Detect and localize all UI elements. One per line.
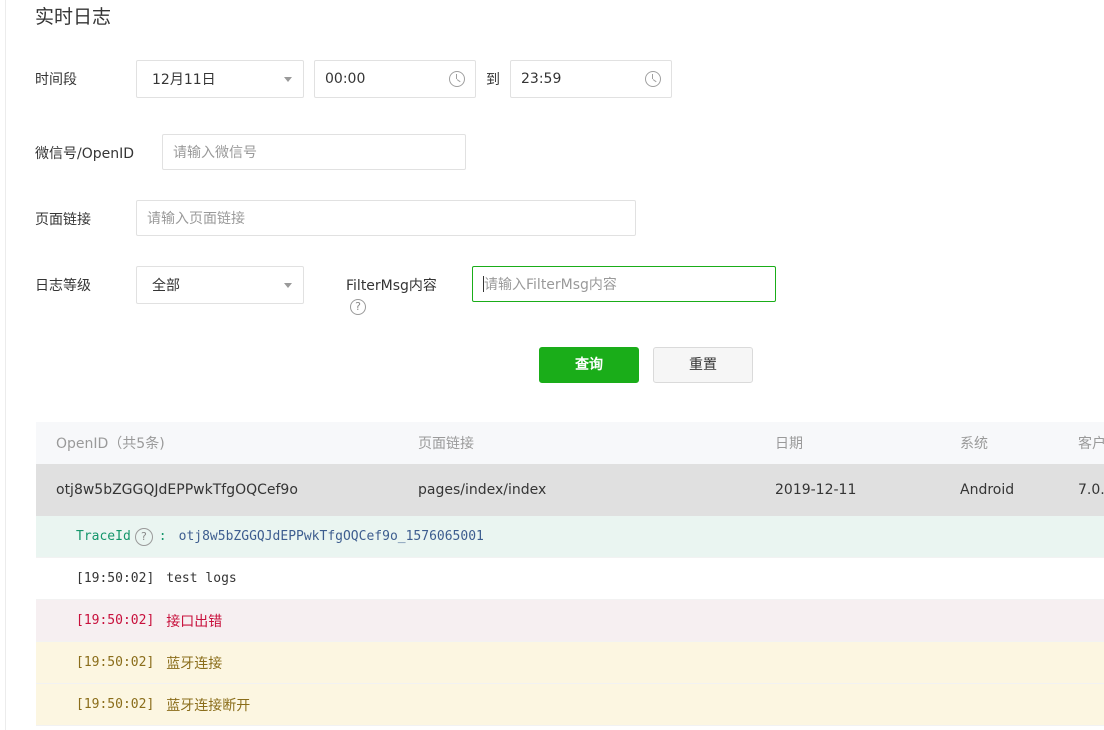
start-time-value: 00:00 [325, 71, 366, 87]
log-message: 接口出错 [166, 613, 223, 630]
help-icon[interactable]: ? [350, 299, 366, 315]
table-row[interactable]: otj8w5bZGGQJdEPPwkTfgOQCef9o pages/index… [36, 464, 1104, 516]
trace-separator: : [158, 529, 167, 544]
trace-value: otj8w5bZGGQJdEPPwkTfgOQCef9o_1576065001 [178, 529, 484, 544]
column-header-client: 客户 [1078, 436, 1104, 452]
query-button[interactable]: 查询 [539, 347, 639, 383]
row-openid: otj8w5bZGGQJdEPPwkTfgOQCef9o [56, 482, 298, 498]
row-page: pages/index/index [418, 482, 547, 498]
trace-content: TraceId ? : otj8w5bZGGQJdEPPwkTfgOQCef9o… [76, 516, 484, 557]
column-header-date: 日期 [775, 436, 803, 452]
log-level-value: 全部 [152, 278, 180, 294]
left-divider [5, 0, 6, 730]
filtermsg-placeholder: 请输入FilterMsg内容 [484, 277, 617, 293]
wechat-openid-input[interactable]: 请输入微信号 [162, 134, 466, 170]
row-client: 7.0.9 [1078, 482, 1104, 498]
date-select-value: 12月11日 [152, 72, 216, 88]
log-line: [19:50:02] 蓝牙连接断开 [36, 684, 1104, 726]
log-level-select[interactable]: 全部 [136, 266, 304, 304]
log-level-label: 日志等级 [35, 278, 91, 294]
log-message: 蓝牙连接 [166, 655, 223, 672]
log-table: OpenID（共5条) 页面链接 日期 系统 客户 otj8w5bZGGQJdE… [36, 422, 1104, 726]
page-link-input[interactable]: 请输入页面链接 [136, 200, 636, 236]
page-link-label: 页面链接 [35, 212, 91, 228]
log-message: 蓝牙连接断开 [166, 697, 251, 714]
start-time-picker[interactable]: 00:00 [314, 60, 476, 98]
log-time: [19:50:02] [76, 655, 155, 670]
page-link-placeholder: 请输入页面链接 [147, 211, 245, 227]
time-range-label: 时间段 [35, 72, 77, 88]
column-header-openid: OpenID（共5条) [56, 436, 165, 452]
log-line: [19:50:02] 蓝牙连接 [36, 642, 1104, 684]
end-time-value: 23:59 [521, 71, 562, 87]
help-icon[interactable]: ? [134, 527, 153, 546]
log-time: [19:50:02] [76, 697, 155, 712]
log-time: [19:50:02] [76, 613, 155, 628]
clock-icon [645, 71, 661, 87]
to-label: 到 [486, 72, 500, 88]
end-time-picker[interactable]: 23:59 [510, 60, 672, 98]
log-line: [19:50:02] test logs [36, 558, 1104, 600]
page-title: 实时日志 [35, 6, 112, 28]
row-system: Android [960, 482, 1015, 498]
wechat-openid-placeholder: 请输入微信号 [173, 145, 257, 161]
log-time: [19:50:02] [76, 571, 155, 586]
reset-button[interactable]: 重置 [653, 347, 753, 383]
filtermsg-input[interactable]: 请输入FilterMsg内容 [472, 266, 776, 302]
column-header-system: 系统 [960, 436, 988, 452]
column-header-page: 页面链接 [418, 436, 474, 452]
log-message: test logs [166, 571, 237, 586]
filtermsg-label: FilterMsg内容 [346, 278, 437, 294]
log-line: [19:50:02] 接口出错 [36, 600, 1104, 642]
date-select[interactable]: 12月11日 [136, 60, 304, 98]
trace-line: TraceId ? : otj8w5bZGGQJdEPPwkTfgOQCef9o… [36, 516, 1104, 558]
wechat-openid-label: 微信号/OpenID [35, 146, 135, 162]
table-header: OpenID（共5条) 页面链接 日期 系统 客户 [36, 422, 1104, 464]
row-date: 2019-12-11 [775, 482, 857, 498]
clock-icon [449, 71, 465, 87]
chevron-down-icon [284, 283, 292, 288]
chevron-down-icon [284, 77, 292, 82]
trace-key: TraceId [76, 529, 131, 544]
